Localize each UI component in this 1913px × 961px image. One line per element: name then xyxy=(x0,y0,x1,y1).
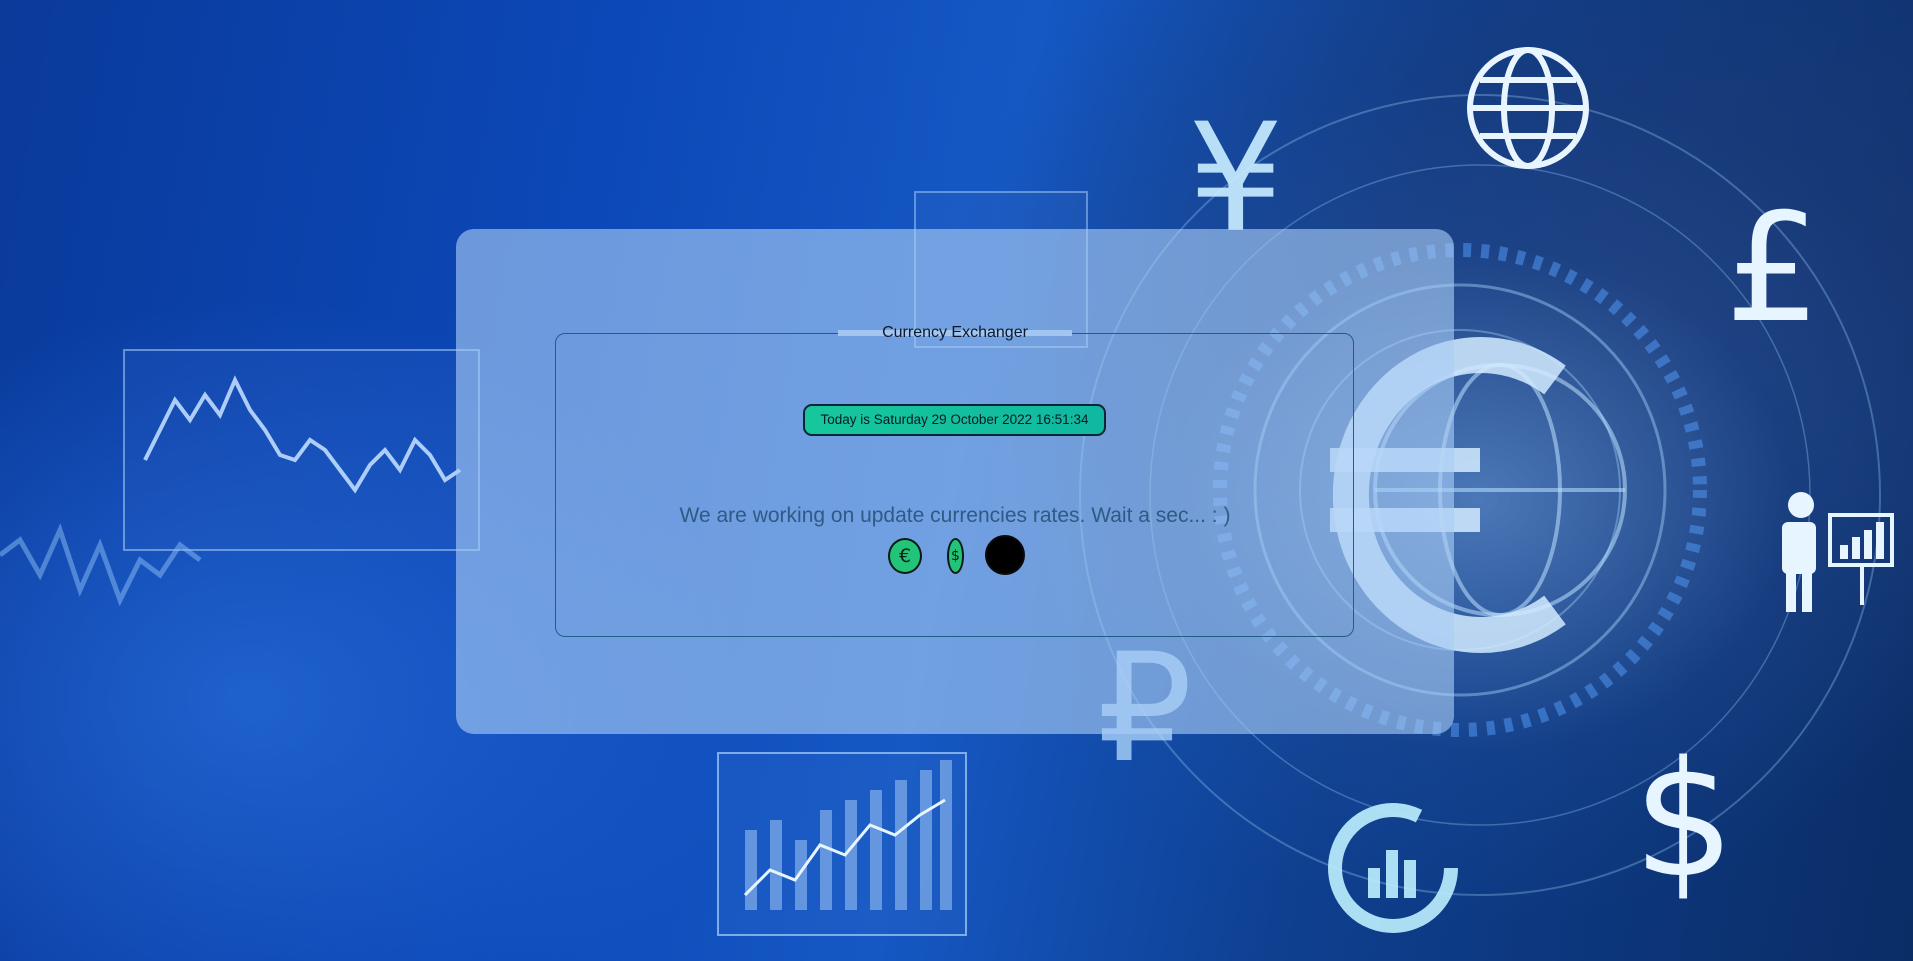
black-coin-icon xyxy=(985,535,1025,575)
loading-message: We are working on update currencies rate… xyxy=(679,504,1231,527)
date-badge: Today is Saturday 29 October 2022 16:51:… xyxy=(803,404,1106,436)
donut-chart-graphic xyxy=(1328,803,1458,933)
globe-graphic xyxy=(1467,47,1589,169)
bar-line-chart-graphic xyxy=(717,752,967,936)
app-title: Currency Exchanger xyxy=(840,322,1070,344)
exchanger-fieldset xyxy=(555,333,1354,637)
app-title-text: Currency Exchanger xyxy=(882,324,1028,341)
dollar-coin-icon: $ xyxy=(947,538,964,574)
euro-coin-icon: € xyxy=(888,538,922,574)
svg-text:£: £ xyxy=(1725,182,1820,356)
stock-chart-graphic xyxy=(123,349,480,551)
svg-text:$: $ xyxy=(1633,726,1735,913)
